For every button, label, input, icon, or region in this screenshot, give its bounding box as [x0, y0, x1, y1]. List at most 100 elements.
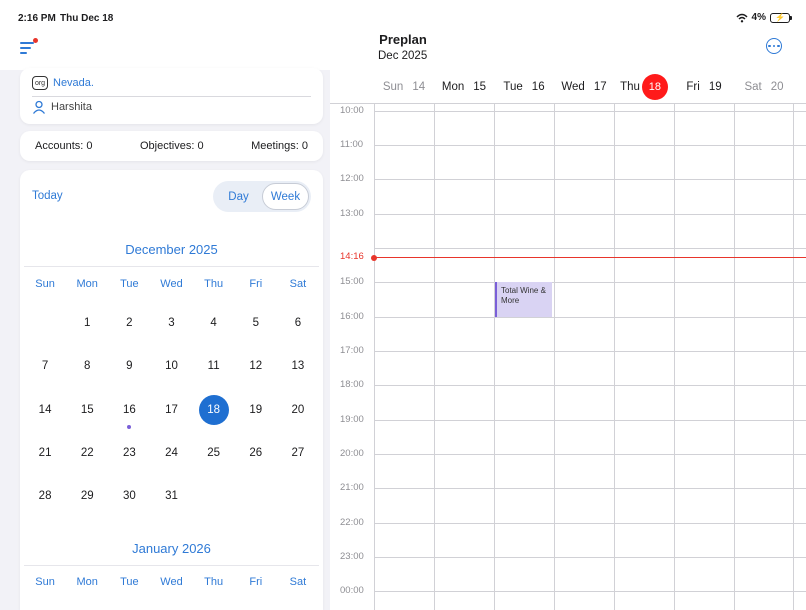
calendar-day: [277, 481, 319, 511]
calendar-day[interactable]: 25: [193, 438, 235, 468]
calendar-event[interactable]: Total Wine & More: [495, 282, 552, 317]
org-row[interactable]: org Nevada.: [32, 76, 94, 90]
calendar-day[interactable]: 30: [108, 481, 150, 511]
month-title: December 2025: [125, 242, 218, 257]
battery-icon: ⚡: [770, 12, 792, 23]
hour-line: [374, 454, 806, 455]
week-day-header[interactable]: Sun 14: [374, 70, 434, 103]
hour-label: 17:00: [340, 345, 364, 356]
calendar-day[interactable]: 16: [108, 395, 150, 429]
calendar-day-number: 1: [84, 317, 91, 329]
calendar-day-number: 26: [249, 447, 263, 459]
weekday-label: Mon: [76, 278, 98, 290]
calendar-day[interactable]: 23: [108, 438, 150, 468]
calendar-day[interactable]: 22: [66, 438, 108, 468]
calendar-week-row: 1 2 3 4 5 6: [24, 308, 319, 338]
calendar-day[interactable]: 24: [150, 438, 192, 468]
calendar-day[interactable]: 20: [277, 395, 319, 425]
weekday-label: Thu: [204, 576, 224, 588]
calendar-day-number: 20: [291, 404, 305, 416]
calendar-day[interactable]: 29: [66, 481, 108, 511]
hour-line: [374, 179, 806, 180]
calendar-day-number: 7: [41, 360, 49, 372]
calendar-day[interactable]: 5: [235, 308, 277, 338]
calendar-day[interactable]: 14: [24, 395, 66, 425]
user-icon: [32, 100, 46, 114]
today-button[interactable]: Today: [32, 190, 63, 202]
month-divider: [24, 565, 319, 566]
week-view-option[interactable]: Week: [262, 183, 309, 210]
calendar-day[interactable]: 13: [277, 351, 319, 381]
week-day-header[interactable]: Mon 15: [434, 70, 494, 103]
calendar-day-number: 16: [122, 404, 136, 416]
calendar-day[interactable]: 28: [24, 481, 66, 511]
calendar-day[interactable]: 12: [235, 351, 277, 381]
calendar-day-number: 6: [294, 317, 302, 329]
calendar-day[interactable]: 10: [150, 351, 192, 381]
accounts-count: Accounts: 0: [35, 140, 93, 152]
week-day-name: Sat: [744, 80, 762, 93]
calendar-day[interactable]: 27: [277, 438, 319, 468]
hour-line: [374, 351, 806, 352]
weekday-label: Wed: [160, 576, 183, 588]
calendar-day-number: 12: [249, 360, 263, 372]
week-day-number: 20: [770, 80, 784, 93]
weekday-label: Tue: [120, 576, 139, 588]
current-time-label: 14:16: [340, 251, 364, 262]
day-view-option[interactable]: Day: [215, 183, 262, 210]
calendar-day: [193, 481, 235, 511]
calendar-day[interactable]: 9: [108, 351, 150, 381]
hour-label: 12:00: [340, 173, 364, 184]
hour-label: 23:00: [340, 551, 364, 562]
time-grid: 10:00 11:00 12:00 13:00 15:00 16:00 17:00 18:00…: [330, 103, 806, 610]
wifi-icon: [736, 13, 748, 22]
hour-line: [374, 488, 806, 489]
calendar-day[interactable]: 31: [150, 481, 192, 511]
calendar-day[interactable]: 26: [235, 438, 277, 468]
calendar-day[interactable]: 11: [193, 351, 235, 381]
calendar-day-number: 25: [207, 447, 221, 459]
objectives-count: Objectives: 0: [140, 140, 204, 152]
calendar-day-number: 19: [249, 404, 263, 416]
calendar-day-number: 23: [122, 447, 136, 459]
hour-line: [374, 523, 806, 524]
week-day-header[interactable]: Wed 17: [554, 70, 614, 103]
calendar-day-number: 30: [122, 490, 136, 502]
calendar-day[interactable]: 17: [150, 395, 192, 425]
page-subtitle: Dec 2025: [378, 50, 428, 62]
calendar-day-number: 13: [291, 360, 305, 372]
calendar-day[interactable]: 7: [24, 351, 66, 381]
week-day-header[interactable]: Tue 16: [494, 70, 554, 103]
calendar-day[interactable]: 2: [108, 308, 150, 338]
month-divider: [24, 266, 319, 267]
user-row[interactable]: Harshita: [32, 100, 92, 114]
calendar-day[interactable]: 6: [277, 308, 319, 338]
calendar-day-number: 15: [80, 404, 94, 416]
week-day-number: 19: [708, 80, 722, 93]
calendar-day[interactable]: 8: [66, 351, 108, 381]
calendar-day[interactable]: 1: [66, 308, 108, 338]
week-day-number: 17: [593, 80, 607, 93]
calendar-day-number: 17: [165, 404, 178, 416]
calendar-day-number: 21: [38, 447, 52, 459]
week-day-name: Fri: [686, 80, 700, 93]
week-day-header[interactable]: Sat 20: [734, 70, 794, 103]
weekday-label: Tue: [120, 278, 139, 290]
hour-label: 22:00: [340, 517, 364, 528]
calendar-day[interactable]: 21: [24, 438, 66, 468]
calendar-day[interactable]: 15: [66, 395, 108, 425]
calendar-day[interactable]: 18: [193, 395, 235, 425]
hour-label: 16:00: [340, 311, 364, 322]
weekday-label: Fri: [249, 576, 263, 588]
calendar-day[interactable]: 3: [150, 308, 192, 338]
calendar-day-number: 8: [84, 360, 91, 372]
ellipsis-icon: [768, 44, 771, 48]
week-day-header[interactable]: Fri 19: [674, 70, 734, 103]
weekday-label: Fri: [249, 278, 263, 290]
more-options-button[interactable]: [766, 38, 782, 54]
calendar-day[interactable]: 19: [235, 395, 277, 425]
week-day-header[interactable]: Thu 18: [614, 70, 674, 103]
ellipsis-icon: [772, 44, 776, 48]
calendar-day[interactable]: 4: [193, 308, 235, 338]
weekday-label: Wed: [160, 278, 183, 290]
